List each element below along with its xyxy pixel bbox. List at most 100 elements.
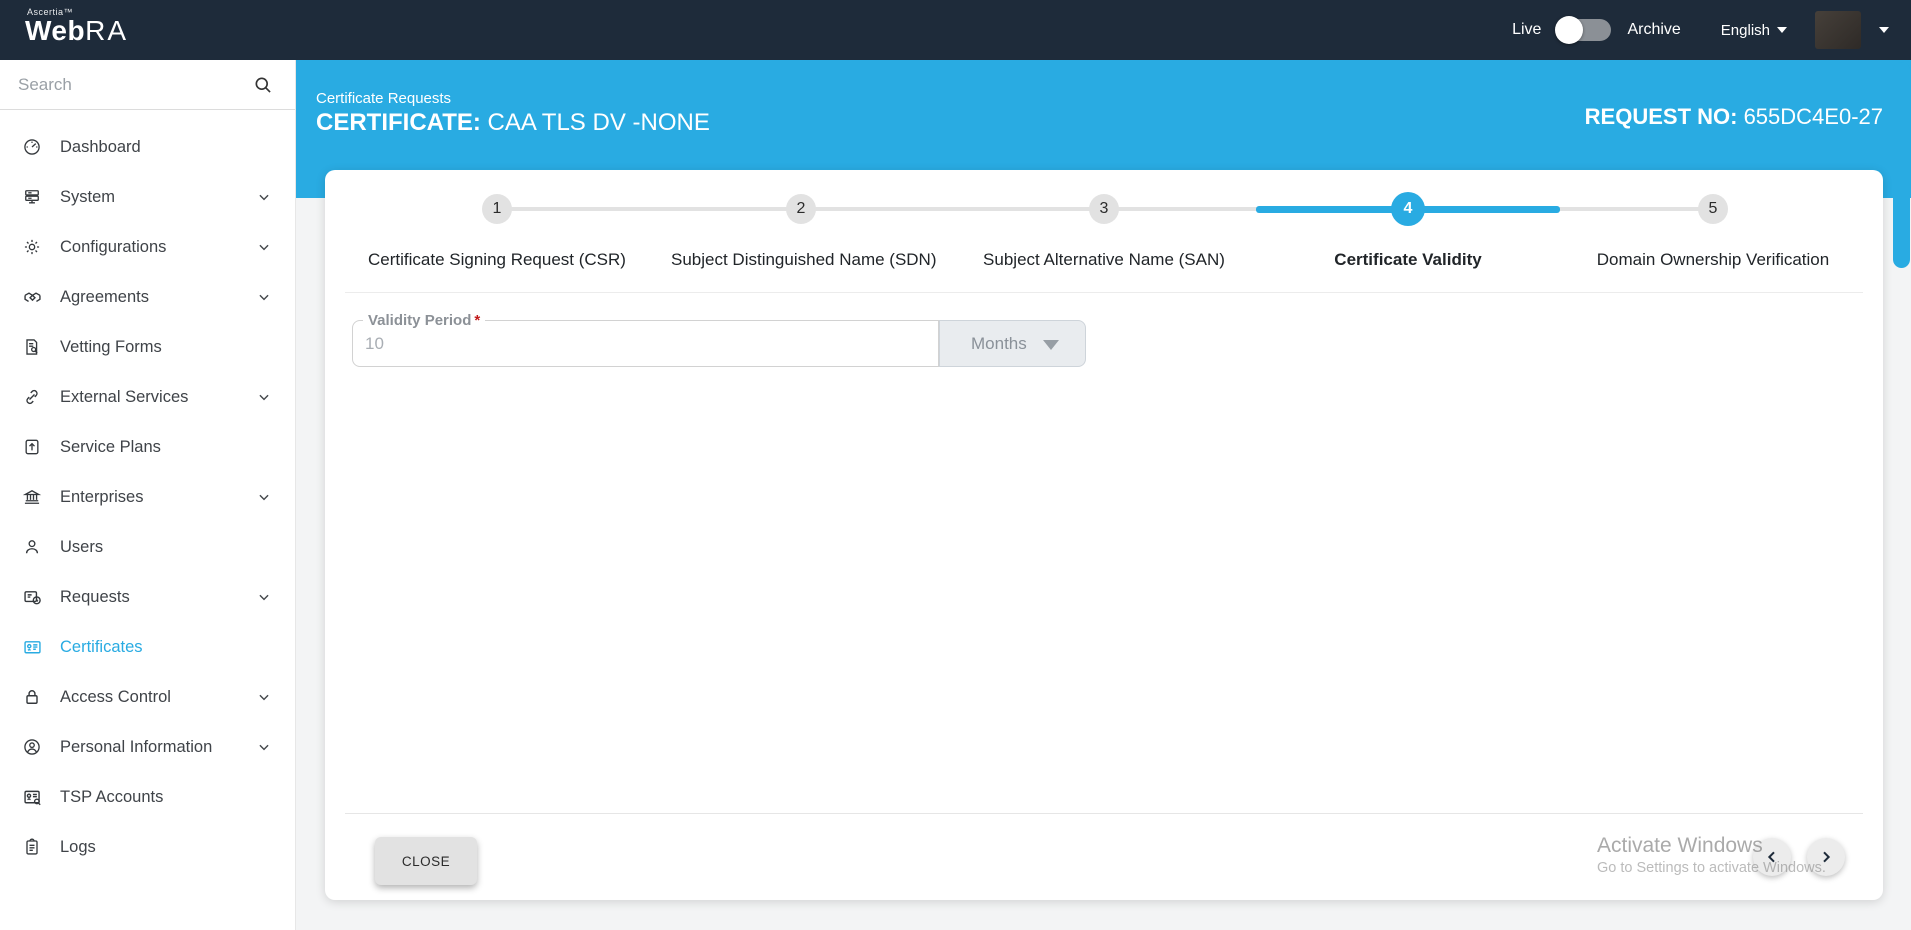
step-label: Subject Distinguished Name (SDN) — [671, 250, 931, 270]
page-title: CERTIFICATE: CAA TLS DV -NONE — [316, 109, 710, 137]
server-icon — [21, 186, 43, 208]
validity-period-input[interactable] — [365, 329, 925, 359]
validity-period-outline: Validity Period* — [352, 320, 939, 367]
sidebar-item-certificates[interactable]: Certificates — [0, 622, 295, 672]
request-clock-icon — [21, 586, 43, 608]
document-search-icon — [21, 336, 43, 358]
sidebar-item-personal-information[interactable]: Personal Information — [0, 722, 295, 772]
sidebar-item-label: Certificates — [60, 638, 143, 657]
bank-icon — [21, 486, 43, 508]
sidebar-item-label: Requests — [60, 588, 130, 607]
required-asterisk: * — [474, 312, 480, 329]
sidebar-item-requests[interactable]: Requests — [0, 572, 295, 622]
step-circle[interactable]: 3 — [1089, 194, 1119, 224]
chevron-down-icon — [257, 740, 271, 754]
step-circle[interactable]: 5 — [1698, 194, 1728, 224]
next-step-button[interactable] — [1807, 838, 1845, 876]
sidebar-item-logs[interactable]: Logs — [0, 822, 295, 872]
step-label: Domain Ownership Verification — [1583, 250, 1843, 270]
stepper-divider — [345, 292, 1863, 293]
request-number: REQUEST NO: 655DC4E0-27 — [1585, 104, 1883, 130]
step-circle[interactable]: 1 — [482, 194, 512, 224]
app-logo: Ascertia™ WebRA — [25, 8, 128, 45]
step-label: Certificate Validity — [1278, 250, 1538, 270]
close-button[interactable]: CLOSE — [375, 837, 477, 885]
chevron-down-icon — [257, 190, 271, 204]
link-icon — [21, 386, 43, 408]
sidebar-item-enterprises[interactable]: Enterprises — [0, 472, 295, 522]
vertical-scrollbar-thumb[interactable] — [1893, 62, 1910, 268]
sidebar-item-configurations[interactable]: Configurations — [0, 222, 295, 272]
sidebar-item-agreements[interactable]: Agreements — [0, 272, 295, 322]
sidebar-item-vetting-forms[interactable]: Vetting Forms — [0, 322, 295, 372]
breadcrumb: Certificate Requests — [316, 90, 451, 107]
sidebar-item-label: Configurations — [60, 238, 166, 257]
previous-step-button[interactable] — [1753, 838, 1791, 876]
chevron-down-icon — [257, 290, 271, 304]
sidebar-item-label: External Services — [60, 388, 188, 407]
sidebar-item-external-services[interactable]: External Services — [0, 372, 295, 422]
live-label: Live — [1512, 21, 1541, 39]
chevron-down-icon — [257, 590, 271, 604]
step-1-csr[interactable]: 1 Certificate Signing Request (CSR) — [367, 170, 627, 270]
sidebar-item-label: System — [60, 188, 115, 207]
sidebar-item-label: Enterprises — [60, 488, 143, 507]
wizard-card: 1 Certificate Signing Request (CSR) 2 Su… — [325, 170, 1883, 900]
user-menu-caret-icon[interactable] — [1879, 27, 1889, 33]
product-name: WebRA — [25, 15, 128, 46]
live-archive-toggle[interactable] — [1557, 19, 1611, 41]
box-up-arrow-icon — [21, 436, 43, 458]
user-icon — [21, 536, 43, 558]
sidebar-nav-list: Dashboard System Configurations — [0, 110, 295, 872]
sidebar-item-label: Agreements — [60, 288, 149, 307]
sidebar-item-users[interactable]: Users — [0, 522, 295, 572]
validity-period-label: Validity Period* — [363, 312, 485, 329]
gauge-icon — [21, 136, 43, 158]
chevron-down-icon — [1777, 27, 1787, 33]
sidebar-item-dashboard[interactable]: Dashboard — [0, 122, 295, 172]
sidebar-item-access-control[interactable]: Access Control — [0, 672, 295, 722]
handshake-icon — [21, 286, 43, 308]
top-navbar: Ascertia™ WebRA Live Archive English — [0, 0, 1911, 60]
search-icon[interactable] — [253, 75, 273, 95]
step-3-san[interactable]: 3 Subject Alternative Name (SAN) — [974, 170, 1234, 270]
validity-unit-select[interactable]: Months — [939, 320, 1086, 367]
card-footer-divider — [345, 813, 1863, 814]
sidebar-item-label: TSP Accounts — [60, 788, 163, 807]
step-circle[interactable]: 2 — [786, 194, 816, 224]
user-avatar[interactable] — [1815, 11, 1861, 49]
id-card-search-icon — [21, 786, 43, 808]
chevron-down-icon — [257, 240, 271, 254]
toggle-knob[interactable] — [1555, 16, 1583, 44]
person-circle-icon — [21, 736, 43, 758]
main-content: Certificate Requests CERTIFICATE: CAA TL… — [296, 60, 1911, 930]
clipboard-icon — [21, 836, 43, 858]
sidebar-item-tsp-accounts[interactable]: TSP Accounts — [0, 772, 295, 822]
gear-icon — [21, 236, 43, 258]
language-value: English — [1721, 22, 1770, 39]
chevron-down-icon — [257, 690, 271, 704]
step-label: Subject Alternative Name (SAN) — [974, 250, 1234, 270]
sidebar-item-system[interactable]: System — [0, 172, 295, 222]
chevron-down-icon — [257, 490, 271, 504]
sidebar: Dashboard System Configurations — [0, 60, 296, 930]
step-4-certificate-validity[interactable]: 4 Certificate Validity — [1278, 170, 1538, 270]
dropdown-caret-icon — [1043, 340, 1059, 350]
validity-period-field: Validity Period* Months — [352, 320, 939, 367]
sidebar-item-label: Service Plans — [60, 438, 161, 457]
stepper: 1 Certificate Signing Request (CSR) 2 Su… — [325, 170, 1883, 292]
language-dropdown[interactable]: English — [1721, 22, 1787, 39]
sidebar-item-label: Dashboard — [60, 138, 141, 157]
search-input[interactable] — [18, 70, 248, 100]
chevron-down-icon — [257, 390, 271, 404]
sidebar-item-label: Vetting Forms — [60, 338, 162, 357]
step-5-domain-ownership[interactable]: 5 Domain Ownership Verification — [1583, 170, 1843, 270]
sidebar-item-label: Access Control — [60, 688, 171, 707]
step-circle[interactable]: 4 — [1391, 192, 1425, 226]
sidebar-item-service-plans[interactable]: Service Plans — [0, 422, 295, 472]
sidebar-item-label: Users — [60, 538, 103, 557]
archive-label: Archive — [1627, 21, 1680, 39]
sidebar-search — [0, 60, 295, 110]
step-2-sdn[interactable]: 2 Subject Distinguished Name (SDN) — [671, 170, 931, 270]
sidebar-item-label: Logs — [60, 838, 96, 857]
